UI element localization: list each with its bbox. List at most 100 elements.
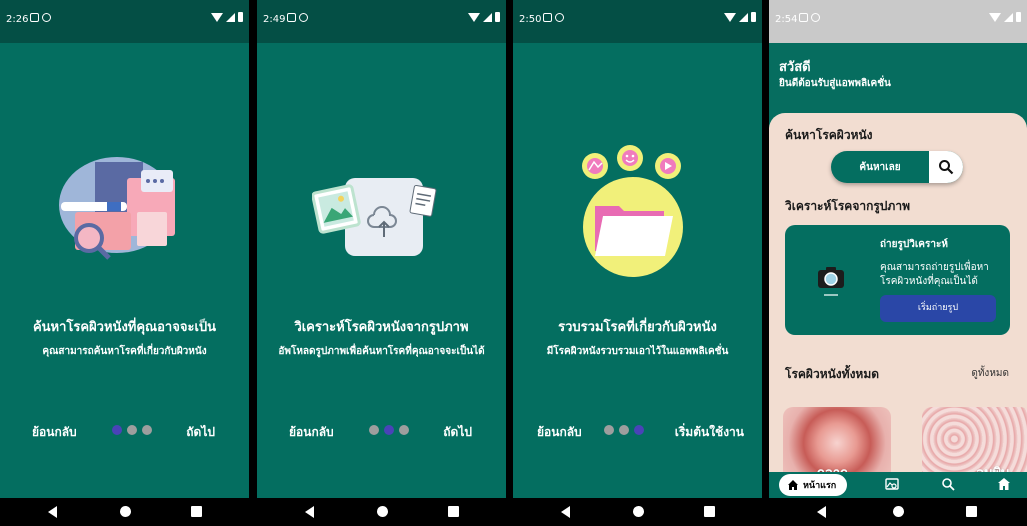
camera-icon xyxy=(818,267,844,296)
home-screen: 2:54 สวัสดี ยินดีต้อนรับสู่แอพพลิเคชั่น … xyxy=(769,0,1027,526)
onboarding-subtitle: คุณสามารถค้นหาโรคที่เกี่ยวกับผิวหนัง xyxy=(42,346,207,357)
nav-back-icon[interactable] xyxy=(817,506,826,518)
search-button[interactable] xyxy=(929,151,963,183)
photo-analyze-card: ถ่ายรูปวิเคราะห์ คุณสามารถถ่ายรูปเพื่อหา… xyxy=(785,225,1010,335)
onboarding-screen-1: 2:26 ค้นหาโรคผิวหนังที่คุณอาจจะเป็น คุณส… xyxy=(0,0,249,526)
nav-back-icon[interactable] xyxy=(561,506,570,518)
notification-icons xyxy=(287,13,308,22)
android-nav-bar xyxy=(513,498,762,526)
battery-icon xyxy=(751,12,756,22)
all-diseases-title: โรคผิวหนังทั้งหมด xyxy=(785,367,880,381)
image-icon xyxy=(30,13,39,22)
nav-recent-icon[interactable] xyxy=(966,506,977,517)
page-dot-3 xyxy=(142,425,152,435)
nav-back-icon[interactable] xyxy=(48,506,57,518)
status-bar: 2:26 xyxy=(0,0,249,43)
onboarding-subtitle: มีโรคผิวหนังรวบรวมเอาไว้ในแอพพลิเคชั่น xyxy=(546,346,729,357)
status-time: 2:54 xyxy=(775,14,798,25)
greeting-title: สวัสดี xyxy=(779,60,811,75)
onboarding-title: ค้นหาโรคผิวหนังที่คุณอาจจะเป็น xyxy=(32,320,217,335)
status-bar: 2:49 xyxy=(257,0,506,43)
signal-icon xyxy=(1004,12,1013,22)
search-bar[interactable]: ค้นหาเลย xyxy=(831,151,963,183)
nav-tab-home[interactable]: หน้าแรก xyxy=(779,474,847,496)
status-time: 2:26 xyxy=(6,14,29,25)
page-indicator xyxy=(369,425,409,435)
image-icon xyxy=(543,13,552,22)
sync-icon xyxy=(555,13,564,22)
nav-home-label: หน้าแรก xyxy=(803,481,837,491)
onboarding-screen-3: 2:50 รวบรวมโรคที่เกี่ยวกับผิวหนัง มีโรคผ… xyxy=(513,0,762,526)
bottom-navigation: หน้าแรก xyxy=(769,472,1027,498)
nav-back-icon[interactable] xyxy=(305,506,314,518)
system-icons xyxy=(468,12,500,22)
wifi-icon xyxy=(724,12,736,22)
onboarding-screen-2: 2:49 วิเคราะห์โรคผิวหนังจากรูปภาพ อัพโหล… xyxy=(257,0,506,526)
search-icon[interactable] xyxy=(941,477,955,491)
page-dot-2 xyxy=(619,425,629,435)
page-dot-3 xyxy=(399,425,409,435)
nav-recent-icon[interactable] xyxy=(191,506,202,517)
status-time: 2:50 xyxy=(519,14,542,25)
page-dot-1 xyxy=(112,425,122,435)
search-icon xyxy=(939,160,954,175)
notification-icons xyxy=(543,13,564,22)
onboarding-title: วิเคราะห์โรคผิวหนังจากรูปภาพ xyxy=(294,320,469,335)
nav-recent-icon[interactable] xyxy=(448,506,459,517)
image-icon xyxy=(287,13,296,22)
wifi-icon xyxy=(989,12,1001,22)
sync-icon xyxy=(299,13,308,22)
status-time: 2:49 xyxy=(263,14,286,25)
page-indicator xyxy=(112,425,152,435)
onboarding-title: รวบรวมโรคที่เกี่ยวกับผิวหนัง xyxy=(558,320,717,335)
battery-icon xyxy=(495,12,500,22)
signal-icon xyxy=(226,12,235,22)
page-dot-2 xyxy=(127,425,137,435)
android-nav-bar xyxy=(0,498,249,526)
page-dot-1 xyxy=(369,425,379,435)
android-nav-bar xyxy=(257,498,506,526)
hospital-icon[interactable] xyxy=(997,477,1011,491)
home-icon xyxy=(788,480,798,490)
system-icons xyxy=(989,12,1021,22)
nav-home-icon[interactable] xyxy=(893,506,904,517)
status-bar: 2:54 xyxy=(769,0,1027,43)
start-photo-button[interactable]: เริ่มถ่ายรูป xyxy=(880,295,996,322)
photo-scan-icon[interactable] xyxy=(885,477,899,491)
search-illustration xyxy=(59,157,175,260)
image-icon xyxy=(799,13,808,22)
page-dot-1 xyxy=(604,425,614,435)
wifi-icon xyxy=(468,12,480,22)
back-button[interactable]: ย้อนกลับ xyxy=(289,423,334,442)
sync-icon xyxy=(811,13,820,22)
next-button[interactable]: ถัดไป xyxy=(186,423,215,442)
page-dot-3 xyxy=(634,425,644,435)
card-description: คุณสามารถถ่ายรูปเพื่อหาโรคผิวหนังที่คุณเ… xyxy=(880,262,989,287)
notification-icons xyxy=(799,13,820,22)
back-button[interactable]: ย้อนกลับ xyxy=(537,423,582,442)
signal-icon xyxy=(739,12,748,22)
see-all-link[interactable]: ดูทั้งหมด xyxy=(971,366,1009,381)
search-section-title: ค้นหาโรคผิวหนัง xyxy=(785,128,873,142)
nav-home-icon[interactable] xyxy=(120,506,131,517)
nav-home-icon[interactable] xyxy=(633,506,644,517)
android-nav-bar xyxy=(769,498,1027,526)
battery-icon xyxy=(238,12,243,22)
system-icons xyxy=(211,12,243,22)
signal-icon xyxy=(483,12,492,22)
upload-illustration xyxy=(312,178,437,256)
folder-illustration xyxy=(582,145,683,277)
back-button[interactable]: ย้อนกลับ xyxy=(32,423,77,442)
notification-icons xyxy=(30,13,51,22)
search-now-label[interactable]: ค้นหาเลย xyxy=(831,160,929,175)
next-button[interactable]: ถัดไป xyxy=(443,423,472,442)
nav-recent-icon[interactable] xyxy=(704,506,715,517)
get-started-button[interactable]: เริ่มต้นใช้งาน xyxy=(675,423,744,442)
status-bar: 2:50 xyxy=(513,0,762,43)
page-dot-2 xyxy=(384,425,394,435)
nav-home-icon[interactable] xyxy=(377,506,388,517)
sync-icon xyxy=(42,13,51,22)
greeting-subtitle: ยินดีต้อนรับสู่แอพพลิเคชั่น xyxy=(779,78,891,89)
battery-icon xyxy=(1016,12,1021,22)
onboarding-subtitle: อัพโหลดรูปภาพเพื่อค้นหาโรคที่คุณอาจจะเป็… xyxy=(278,346,485,357)
